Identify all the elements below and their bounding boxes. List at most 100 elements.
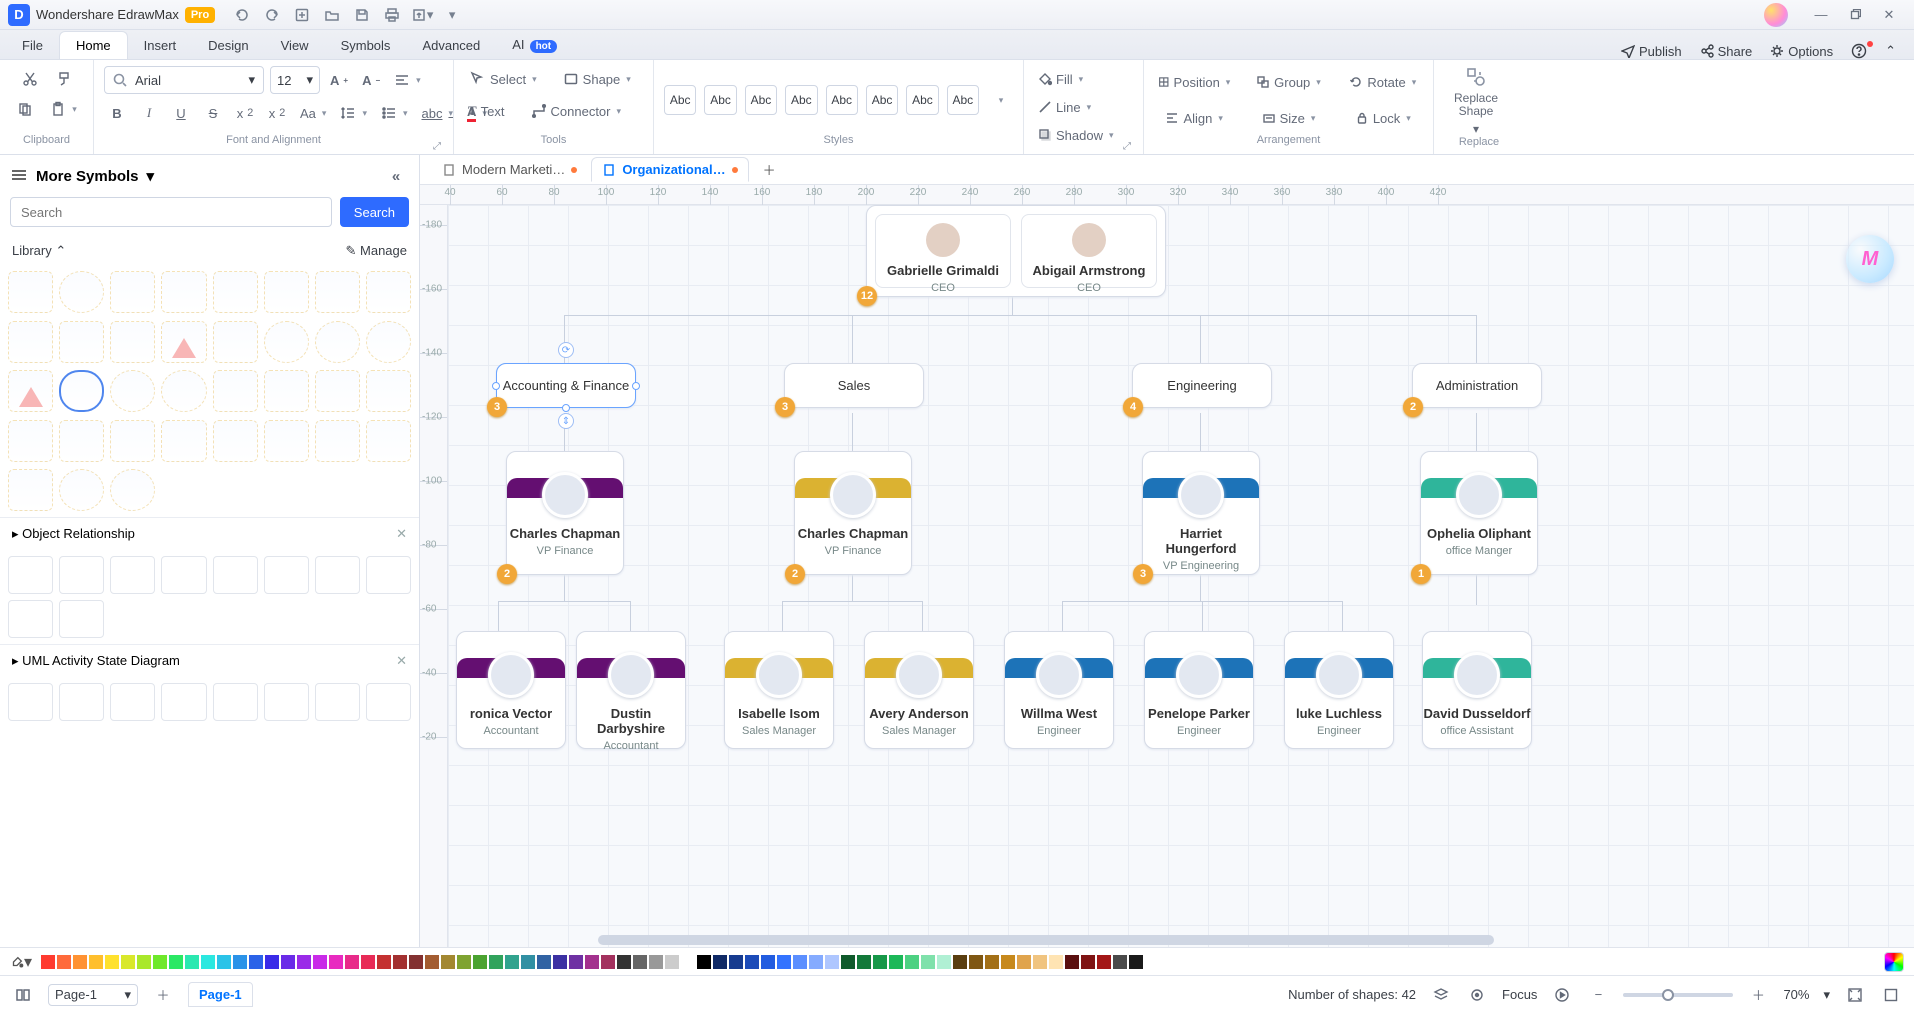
connector-tool-button[interactable]: Connector▾ [527,98,626,124]
menu-tab-advanced[interactable]: Advanced [406,32,496,59]
color-swatch[interactable] [857,955,871,969]
color-swatch[interactable] [809,955,823,969]
menu-tab-view[interactable]: View [265,32,325,59]
color-swatch[interactable] [393,955,407,969]
add-page-button[interactable]: ＋ [152,984,174,1006]
window-minimize-button[interactable]: — [1804,2,1838,28]
color-swatch[interactable] [921,955,935,969]
align-button[interactable]: Align▾ [1154,105,1234,131]
color-swatch[interactable] [649,955,663,969]
ai-assistant-bubble[interactable]: M [1846,235,1894,283]
color-swatch[interactable] [73,955,87,969]
color-swatch[interactable] [505,955,519,969]
symbol-item[interactable] [264,370,309,412]
page-selector[interactable]: Page-1▾ [48,984,138,1006]
resize-handle[interactable] [562,404,570,412]
symbol-item[interactable] [59,321,104,363]
symbol-search-button[interactable]: Search [340,197,409,227]
stencil-item[interactable] [213,556,258,594]
org-leaf-card[interactable]: Penelope ParkerEngineer [1144,631,1254,749]
color-swatch[interactable] [1081,955,1095,969]
menu-tab-symbols[interactable]: Symbols [325,32,407,59]
stencil-item[interactable] [264,556,309,594]
fill-button[interactable]: Fill▾ [1034,66,1087,92]
underline-icon[interactable]: U [168,100,194,126]
color-swatch[interactable] [217,955,231,969]
symbol-item[interactable] [315,370,360,412]
color-swatch[interactable] [233,955,247,969]
stencil-item[interactable] [110,556,155,594]
highlight-icon[interactable]: abc▾ [418,100,458,126]
color-swatch[interactable] [489,955,503,969]
doc-tab-org[interactable]: Organizational… [591,157,748,182]
color-swatch[interactable] [1017,955,1031,969]
color-swatch[interactable] [601,955,615,969]
target-icon[interactable] [1466,984,1488,1006]
close-category-icon[interactable]: ✕ [396,526,407,542]
rotate-handle[interactable]: ⟳ [558,342,574,358]
strike-icon[interactable]: S [200,100,226,126]
size-button[interactable]: Size▾ [1248,105,1328,131]
color-swatch[interactable] [889,955,903,969]
color-swatch[interactable] [713,955,727,969]
symbol-search-input[interactable] [10,197,332,227]
styles-more-button[interactable]: ▾ [987,87,1013,113]
symbol-item[interactable] [366,321,411,363]
symbol-item[interactable] [110,469,155,511]
symbol-item[interactable] [8,469,53,511]
symbol-item[interactable] [264,271,309,313]
color-swatch[interactable] [761,955,775,969]
fit-page-icon[interactable] [1844,984,1866,1006]
expand-font-icon[interactable]: ⤢ [433,141,441,152]
symbol-item[interactable] [161,321,206,363]
style-swatch[interactable]: Abc [906,85,938,115]
color-swatch[interactable] [793,955,807,969]
text-tool-button[interactable]: TText [464,98,509,124]
close-category-icon[interactable]: ✕ [396,653,407,669]
window-close-button[interactable]: ✕ [1872,2,1906,28]
color-swatch[interactable] [41,955,55,969]
shrink-font-icon[interactable]: A− [358,67,384,93]
color-swatch[interactable] [345,955,359,969]
color-swatch[interactable] [1049,955,1063,969]
color-swatch[interactable] [313,955,327,969]
color-picker-icon[interactable] [1884,952,1904,972]
canvas-hscrollbar[interactable] [598,935,1494,945]
org-leaf-card[interactable]: ronica VectorAccountant [456,631,566,749]
color-swatch[interactable] [457,955,471,969]
shape-tool-button[interactable]: Shape▾ [559,66,635,92]
org-office-manager[interactable]: Ophelia Oliphant office Manger 1 [1420,451,1538,575]
stencil-item[interactable] [315,556,360,594]
color-swatch[interactable] [1033,955,1047,969]
symbol-item[interactable] [161,370,206,412]
menu-tab-home[interactable]: Home [59,31,128,59]
new-doc-icon[interactable] [290,3,314,27]
org-vp-finance[interactable]: Charles Chapman VP Finance 2 [506,451,624,575]
org-leaf-card[interactable]: luke LuchlessEngineer [1284,631,1394,749]
stencil-item[interactable] [264,683,309,721]
expand-format-icon[interactable]: ⤢ [1123,141,1131,152]
redo-icon[interactable] [260,3,284,27]
line-button[interactable]: Line▾ [1034,94,1095,120]
color-swatch[interactable] [281,955,295,969]
stencil-item[interactable] [213,683,258,721]
help-button[interactable] [1851,43,1867,59]
stencil-item[interactable] [161,556,206,594]
undo-icon[interactable] [230,3,254,27]
symbol-item[interactable] [315,271,360,313]
color-swatch[interactable] [953,955,967,969]
rotate-button[interactable]: Rotate▾ [1343,69,1423,95]
symbol-item[interactable] [264,321,309,363]
symbol-item[interactable] [8,370,53,412]
org-leaf-card[interactable]: Willma WestEngineer [1004,631,1114,749]
color-swatch[interactable] [1065,955,1079,969]
category-object-relationship[interactable]: ▸ Object Relationship ✕ [0,517,419,550]
save-icon[interactable] [350,3,374,27]
bullets-icon[interactable]: ▾ [377,100,412,126]
select-tool-button[interactable]: Select▾ [464,66,541,92]
org-vp-sales[interactable]: Charles Chapman VP Finance 2 [794,451,912,575]
open-folder-icon[interactable] [320,3,344,27]
color-swatch[interactable] [1097,955,1111,969]
page-tab[interactable]: Page-1 [188,982,253,1007]
zoom-level[interactable]: 70% [1783,987,1809,1002]
